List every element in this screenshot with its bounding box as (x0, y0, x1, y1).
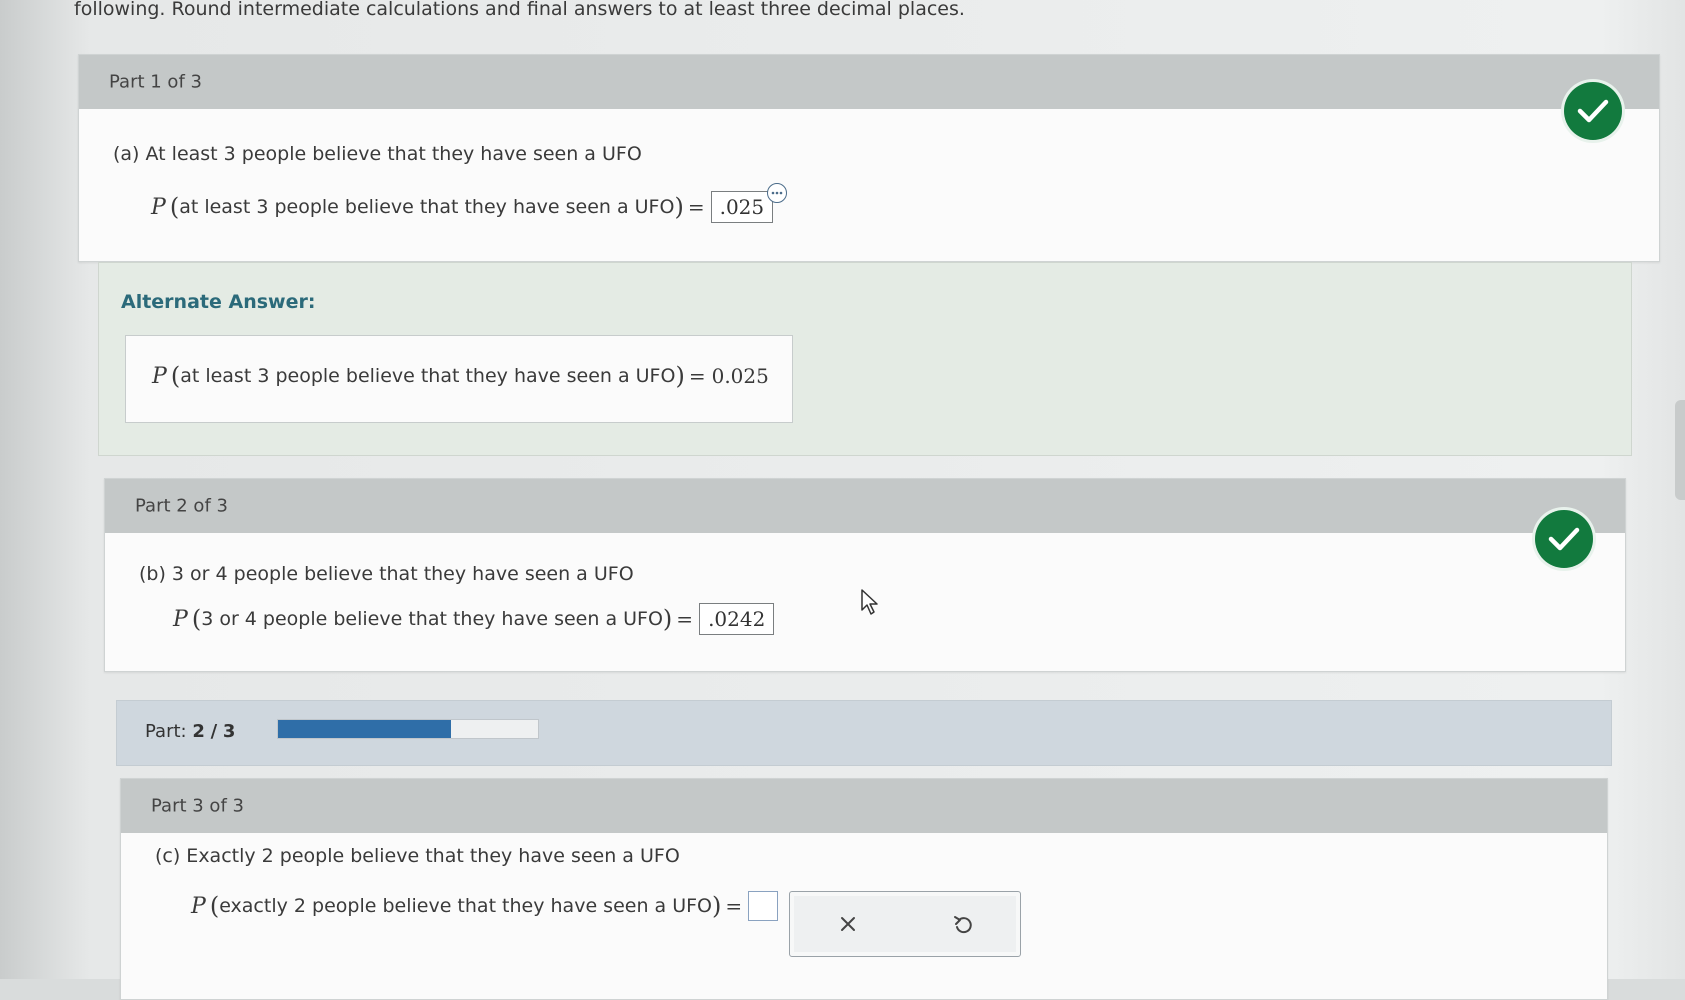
part-1-equation: P ( at least 3 people believe that they … (151, 191, 774, 223)
mouse-cursor-icon (861, 589, 878, 615)
progress-total: 3 (222, 721, 236, 742)
part-3-card: Part 3 of 3 (c) Exactly 2 people believe… (120, 778, 1608, 1000)
progress-current: 2 (192, 721, 205, 742)
alternate-value: 0.025 (711, 364, 769, 388)
part-1-question: (a) At least 3 people believe that they … (113, 143, 642, 165)
probability-symbol: P (151, 194, 166, 220)
instructions-text: following. Round intermediate calculatio… (74, 0, 965, 20)
part-1-title: Part 1 of 3 (109, 71, 202, 93)
alternate-answer-section: Alternate Answer: P ( at least 3 people … (98, 262, 1632, 456)
progress-track (277, 719, 539, 739)
part-3-header: Part 3 of 3 (121, 779, 1607, 833)
probability-symbol: P (152, 363, 167, 389)
alternate-answer-title: Alternate Answer: (121, 291, 316, 313)
progress-bar: Part: 2 / 3 (116, 700, 1612, 766)
part-2-equation: P ( 3 or 4 people believe that they have… (173, 603, 775, 635)
part-1-header: Part 1 of 3 (79, 55, 1659, 109)
probability-symbol: P (173, 606, 188, 632)
part-2-card: Part 2 of 3 (b) 3 or 4 people believe th… (104, 478, 1626, 672)
part-2-title: Part 2 of 3 (135, 495, 228, 517)
answer-action-panel (789, 891, 1021, 957)
alternate-answer-box: P ( at least 3 people believe that they … (125, 335, 793, 423)
clear-button[interactable] (790, 892, 905, 956)
part-2-question: (b) 3 or 4 people believe that they have… (139, 563, 634, 585)
part-3-answer-field[interactable] (748, 891, 779, 921)
undo-button[interactable] (905, 892, 1020, 956)
alternate-event-text: at least 3 people believe that they have… (180, 365, 676, 387)
more-options-icon[interactable] (767, 183, 787, 203)
part-1-answer-field[interactable]: .025 (710, 191, 774, 223)
part-2-header: Part 2 of 3 (105, 479, 1625, 533)
part-2-answer-field[interactable]: .0242 (699, 603, 775, 635)
part-3-event-text: exactly 2 people believe that they have … (219, 895, 713, 917)
scrollbar[interactable] (1675, 400, 1685, 500)
alternate-equation: P ( at least 3 people believe that they … (152, 362, 769, 390)
part-2-event-text: 3 or 4 people believe that they have see… (201, 608, 663, 630)
part-3-title: Part 3 of 3 (151, 795, 244, 817)
progress-fill (278, 720, 452, 738)
part-1-card: Part 1 of 3 (a) At least 3 people believ… (78, 54, 1660, 262)
probability-symbol: P (191, 893, 206, 919)
part-2-check-circle-icon (1535, 510, 1593, 568)
part-1-event-text: at least 3 people believe that they have… (179, 196, 675, 218)
undo-icon (953, 916, 972, 934)
page: following. Round intermediate calculatio… (0, 0, 1685, 1000)
part-3-question: (c) Exactly 2 people believe that they h… (155, 845, 680, 867)
part-1-check-circle-icon (1564, 82, 1622, 140)
part-3-equation: P ( exactly 2 people believe that they h… (191, 891, 779, 921)
x-icon (840, 917, 855, 931)
progress-label: Part: 2 / 3 (145, 721, 236, 742)
